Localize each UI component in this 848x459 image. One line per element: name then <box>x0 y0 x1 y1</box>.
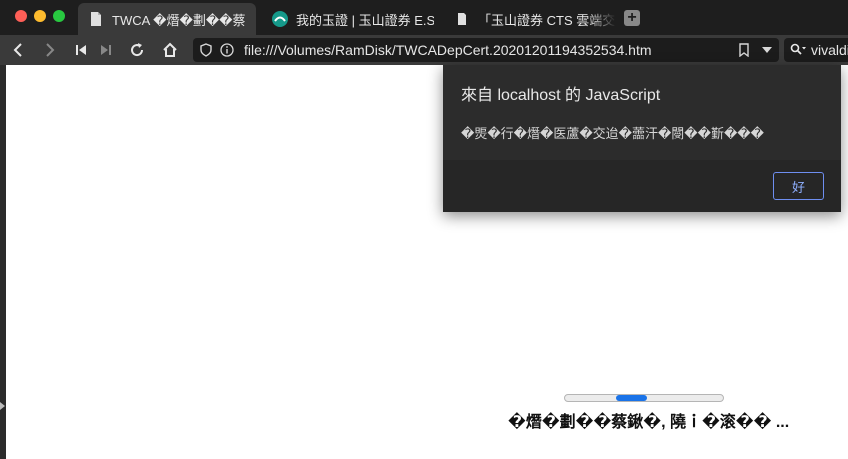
search-engine-label: vivaldi <box>811 42 848 58</box>
rewind-button[interactable] <box>71 40 91 60</box>
shield-icon <box>200 43 212 57</box>
skip-forward-icon <box>101 45 111 55</box>
search-icon <box>790 43 806 55</box>
chevron-left-icon <box>13 43 22 57</box>
fast-forward-button[interactable] <box>96 40 116 60</box>
tab-esun-cts[interactable]: 「玉山證券 CTS 雲端交易系 <box>444 3 616 35</box>
tab-strip: TWCA �熸�劃��蔡 我的玉證 | 玉山證券 E.SUN 「玉山證券 CTS… <box>0 0 848 35</box>
toolbar: file:///Volumes/RamDisk/TWCADepCert.2020… <box>0 35 848 65</box>
chevron-down-icon[interactable] <box>762 47 772 53</box>
javascript-alert-dialog: 來自 localhost 的 JavaScript �煚�行�熸�医蘆�交迨�蘦… <box>443 65 841 212</box>
tab-twca[interactable]: TWCA �熸�劃��蔡 <box>78 3 256 35</box>
skip-back-icon <box>76 45 86 55</box>
reload-icon <box>131 43 144 57</box>
tab-esun-portal[interactable]: 我的玉證 | 玉山證券 E.SUN <box>262 3 434 35</box>
reload-button[interactable] <box>127 40 147 60</box>
zoom-window-button[interactable] <box>53 10 65 22</box>
document-icon <box>91 12 101 26</box>
dialog-message: �煚�行�熸�医蘆�交迨�蘦汗�閿��斳��� <box>461 126 764 141</box>
tab-label: 「玉山證券 CTS 雲端交易系 <box>478 12 616 28</box>
bookmark-icon[interactable] <box>738 43 750 57</box>
forward-button[interactable] <box>40 40 60 60</box>
dialog-title: 來自 localhost 的 JavaScript <box>461 87 661 104</box>
progress-bar-fill <box>615 395 648 401</box>
home-icon <box>163 42 177 57</box>
home-button[interactable] <box>160 40 180 60</box>
document-icon <box>458 13 466 25</box>
side-panel-arrow-icon <box>0 402 5 410</box>
back-button[interactable] <box>8 40 28 60</box>
tab-label: 我的玉證 | 玉山證券 E.SUN <box>296 12 434 28</box>
progress-bar <box>564 394 724 402</box>
url-text: file:///Volumes/RamDisk/TWCADepCert.2020… <box>244 42 652 58</box>
info-icon[interactable] <box>220 43 234 57</box>
esun-logo-icon <box>272 11 288 27</box>
ok-button[interactable]: 好 <box>773 172 824 200</box>
status-text: �熸�劃��蔡鍬�, 隢ｉ�滚�� ... <box>508 414 790 431</box>
minimize-window-button[interactable] <box>34 10 46 22</box>
tab-label: TWCA �熸�劃��蔡 <box>112 12 246 28</box>
address-bar[interactable]: file:///Volumes/RamDisk/TWCADepCert.2020… <box>193 38 779 62</box>
chevron-right-icon <box>46 43 55 57</box>
search-field[interactable]: vivaldi <box>784 38 848 62</box>
new-tab-button[interactable]: + <box>624 10 640 26</box>
close-window-button[interactable] <box>15 10 27 22</box>
